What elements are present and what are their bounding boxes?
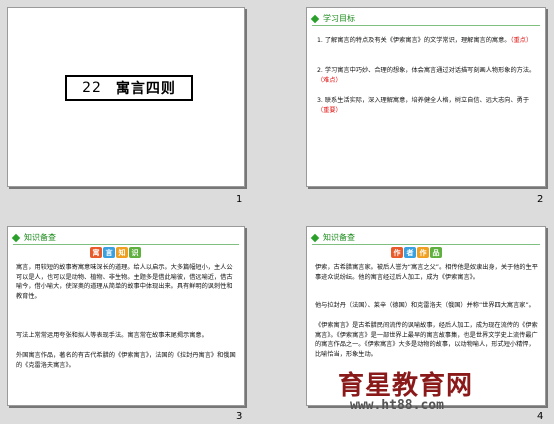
- goal-item-2: 2. 学习寓言中巧妙、合理的想象，体会寓言通过对话描写刻画人物形象的方法。（难点…: [317, 67, 536, 84]
- diamond-bullet-icon: [310, 14, 320, 23]
- para-1: 伊索，古希腊寓言家。被后人誉为“寓言之父”。相传他是奴隶出身，关于他的生平事迹众…: [315, 264, 538, 281]
- watermark-url: www.ht88.com: [350, 398, 444, 413]
- slide-number-2: 2: [537, 194, 544, 205]
- slide-heading: 学习目标: [310, 13, 355, 24]
- slide-number-1: 1: [236, 194, 243, 205]
- slide-heading: 知识备查: [11, 232, 56, 243]
- slide-1[interactable]: 22 寓言四则: [7, 7, 245, 187]
- heading-text: 知识备查: [323, 233, 355, 242]
- slide-number-3: 3: [236, 411, 243, 422]
- badge-fable-knowledge: 寓 言 知 识: [90, 247, 141, 258]
- para-3: 《伊索寓言》是古希腊民间流传的讽喻故事，经后人加工，成为现在流传的《伊索寓言》。…: [315, 322, 538, 358]
- para-3: 外国寓言作品，著名的有古代希腊的《伊索寓言》，法国的《拉封丹寓言》和俄国的《克雷…: [16, 352, 236, 369]
- para-1: 寓言，用较短的故事寄寓意味深长的道理。给人以启示。大多篇幅短小，主人公可以是人，…: [16, 264, 233, 300]
- slide-title-box: 22 寓言四则: [65, 75, 193, 101]
- divider: [312, 25, 540, 26]
- divider: [312, 244, 540, 245]
- slide-2[interactable]: 学习目标 1. 了解寓言的特点及有关《伊索寓言》的文学常识，理解寓言的寓意。（重…: [306, 7, 546, 187]
- para-2: 他与拉封丹（法国）、莱辛（德国）和克雷洛夫（俄国）并称“世界四大寓言家”。: [315, 302, 535, 309]
- divider: [13, 244, 239, 245]
- slide-number-4: 4: [537, 411, 544, 422]
- goal-item-3: 3. 联系生活实际，深入理解寓意，培养健全人格，树立自信、远大志向、勇于（重要）: [317, 97, 530, 114]
- watermark-logo: 育星教育网: [338, 371, 474, 401]
- diamond-bullet-icon: [310, 233, 320, 242]
- diamond-bullet-icon: [11, 233, 21, 242]
- slide-3[interactable]: 知识备查 寓 言 知 识 寓言，用较短的故事寄寓意味深长的道理。给人以启示。大多…: [7, 226, 245, 406]
- slide-heading: 知识备查: [310, 232, 355, 243]
- heading-text: 知识备查: [24, 233, 56, 242]
- badge-author-works: 作 者 作 品: [391, 247, 442, 258]
- goal-item-1: 1. 了解寓言的特点及有关《伊索寓言》的文学常识，理解寓言的寓意。（重点）: [317, 37, 533, 44]
- heading-text: 学习目标: [323, 14, 355, 23]
- lesson-number: 22: [82, 80, 102, 96]
- para-2: 写法上常常运用夸张和拟人等表现手法。寓言常在故事末尾揭示寓意。: [16, 332, 208, 339]
- lesson-title: 寓言四则: [115, 81, 176, 97]
